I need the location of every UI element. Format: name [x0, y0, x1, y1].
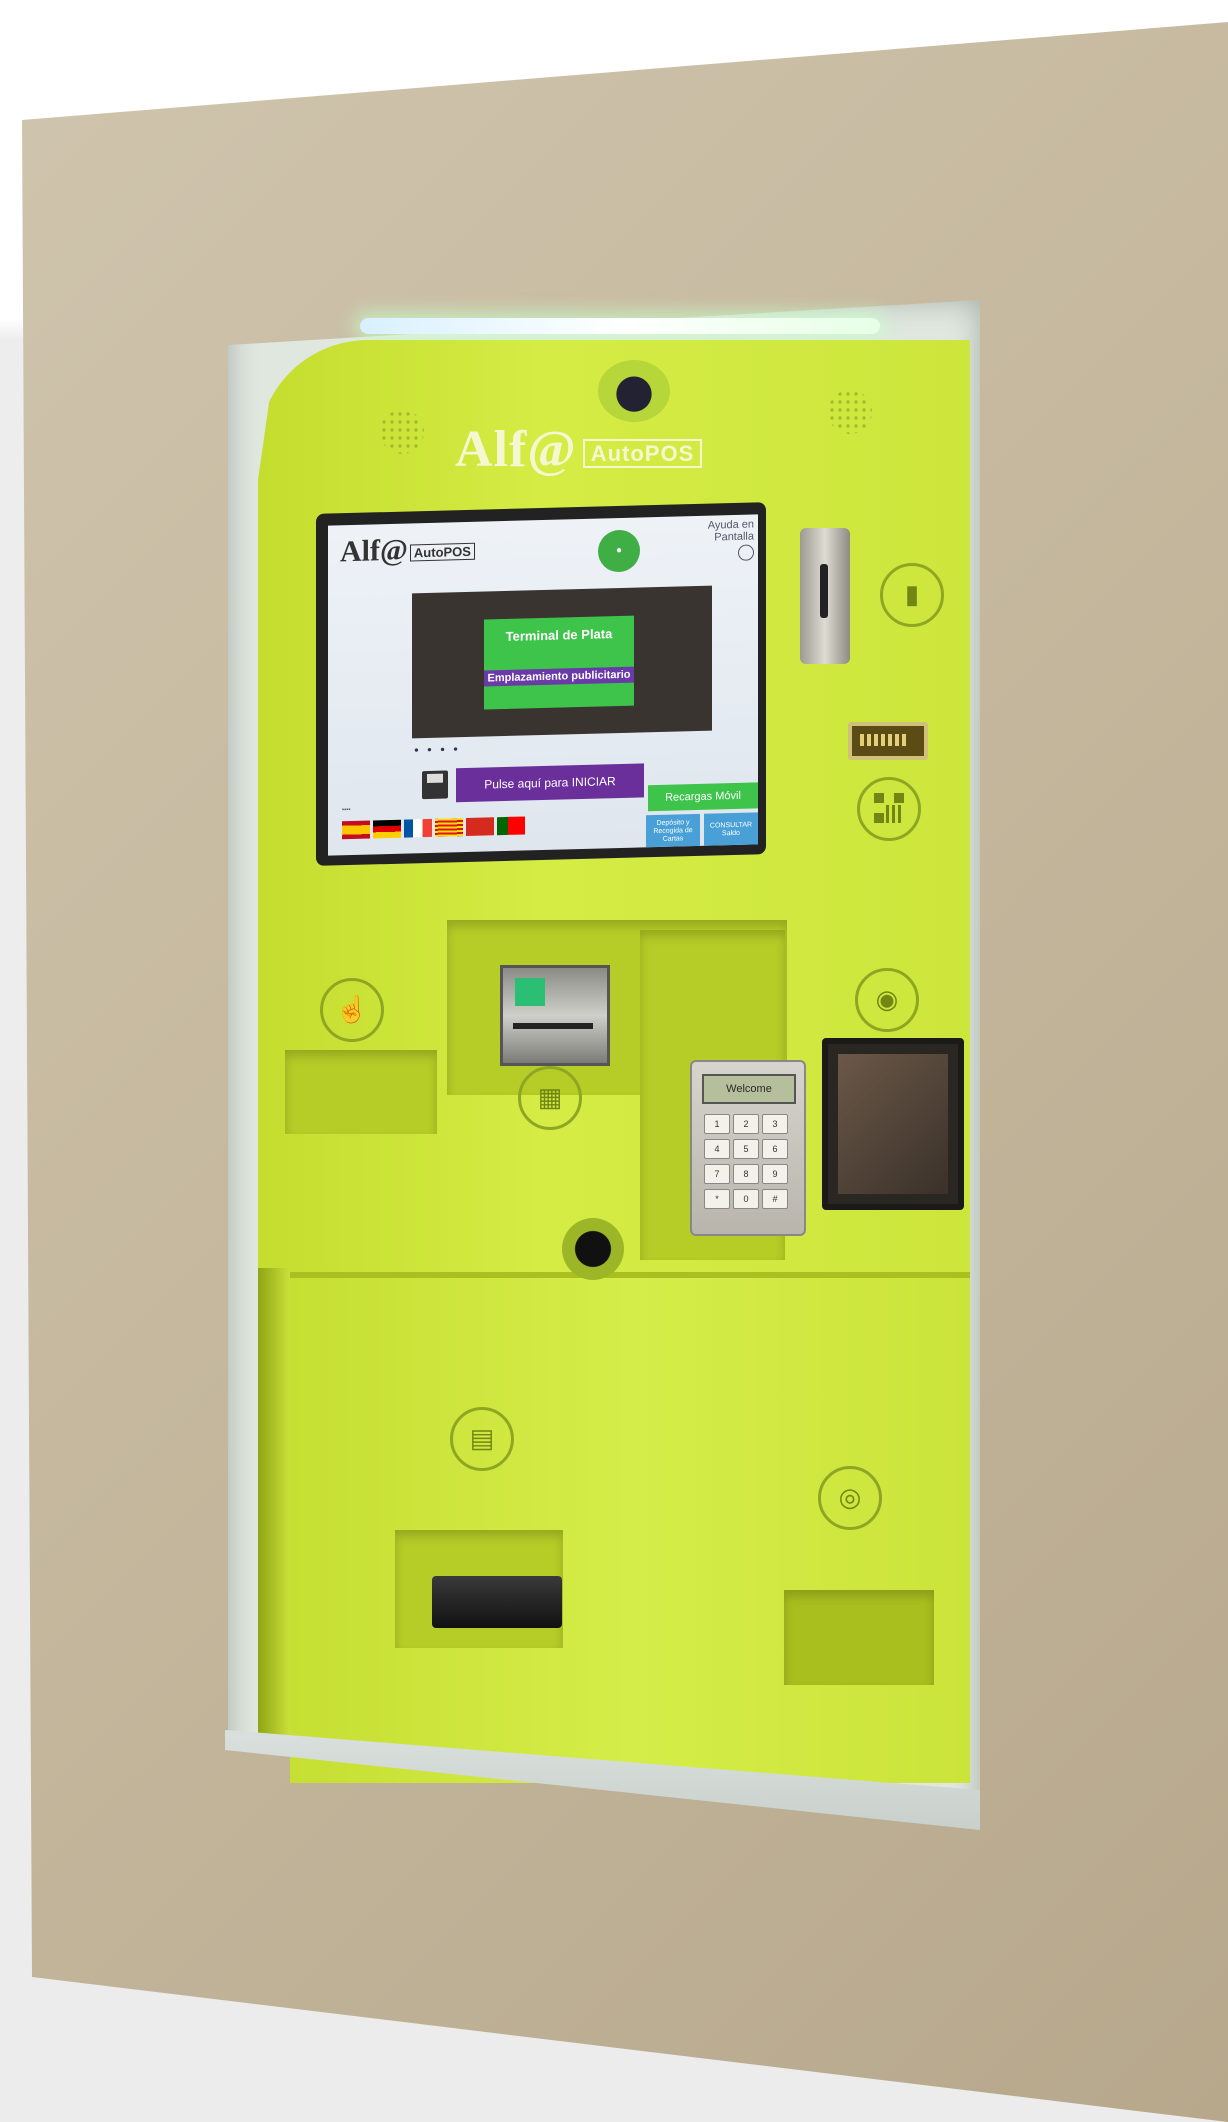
touch-screen[interactable]: Alf@ AutoPOS ● Ayuda en Pantalla Terminal…	[328, 514, 758, 856]
card-insert-icon: ▮	[880, 563, 944, 627]
balance-button[interactable]: CONSULTAR Saldo	[704, 812, 758, 846]
brand-logo: Alf@ AutoPOS	[455, 420, 775, 490]
screen-logo-main: Alf@	[340, 533, 408, 569]
basque-flag[interactable]	[466, 817, 494, 837]
language-flags	[342, 816, 525, 840]
ad-panel: Terminal de Plata Emplazamiento publicit…	[412, 585, 712, 739]
contactless-icon: ◉	[855, 968, 919, 1032]
screen-logo: Alf@ AutoPOS	[340, 532, 475, 570]
clock-icon	[738, 544, 754, 561]
portugal-flag[interactable]	[497, 816, 525, 836]
receipt-printer-slot[interactable]	[432, 1576, 562, 1628]
kiosk-side-shadow	[258, 1268, 290, 1748]
bill-acceptor[interactable]	[500, 965, 610, 1066]
pinpad-keys: 1 2 3 4 5 6 7 8 9 * 0 #	[704, 1114, 788, 1209]
coins-icon: ◎	[818, 1466, 882, 1530]
pinpad-key[interactable]: 3	[762, 1114, 788, 1134]
spain-flag[interactable]	[342, 820, 370, 840]
key-reader[interactable]	[848, 722, 928, 760]
speaker-right	[828, 390, 872, 434]
camera-icon	[598, 360, 670, 422]
france-flag[interactable]	[404, 818, 432, 838]
receipt-icon: ▤	[450, 1407, 514, 1471]
screen-logo-sub: AutoPOS	[409, 542, 475, 562]
pinpad-key[interactable]: 0	[733, 1189, 759, 1209]
signature-pad[interactable]	[822, 1038, 964, 1210]
qr-code-icon	[857, 777, 921, 841]
pinpad-key[interactable]: #	[762, 1189, 788, 1209]
bill-output-tray[interactable]	[285, 1050, 437, 1134]
pinpad-key[interactable]: 6	[762, 1139, 788, 1159]
coin-return-tray[interactable]	[784, 1590, 934, 1685]
start-button[interactable]: Pulse aquí para INICIAR	[456, 763, 644, 803]
pinpad-key[interactable]: 1	[704, 1114, 730, 1134]
brand-product: AutoPOS	[582, 439, 703, 469]
mail-button[interactable]: Depósito y Recogida de Cartas	[646, 813, 700, 848]
help-link[interactable]: Ayuda en Pantalla	[684, 518, 754, 565]
pinpad-key[interactable]: 7	[704, 1164, 730, 1184]
help-text: Ayuda en Pantalla	[707, 518, 754, 544]
pinpad-key[interactable]: 4	[704, 1139, 730, 1159]
speaker-left	[380, 410, 424, 454]
pinpad-key[interactable]: *	[704, 1189, 730, 1209]
footer-note: ▪▪▪▪	[342, 807, 351, 814]
save-icon	[422, 770, 448, 800]
hand-touch-icon: ☝	[320, 978, 384, 1042]
pinpad-key[interactable]: 2	[733, 1114, 759, 1134]
brand-name: Alf@	[455, 421, 577, 478]
pin-pad[interactable]: Welcome 1 2 3 4 5 6 7 8 9 * 0 #	[690, 1060, 806, 1236]
pinpad-key[interactable]: 9	[762, 1164, 788, 1184]
recharge-button[interactable]: Recargas Móvil	[648, 782, 758, 812]
catalonia-flag[interactable]	[435, 818, 463, 837]
ad-title: Terminal de Plata	[505, 626, 613, 644]
kiosk-lower-body	[290, 1272, 970, 1783]
ad-subtitle: Emplazamiento publicitario	[484, 666, 634, 687]
pinpad-key[interactable]: 8	[733, 1164, 759, 1184]
pinpad-display: Welcome	[702, 1074, 796, 1104]
carousel-dots[interactable]: ● ● ● ●	[414, 744, 461, 754]
lower-camera-icon	[562, 1218, 624, 1280]
top-light-bar	[360, 318, 880, 334]
germany-flag[interactable]	[373, 819, 401, 839]
card-reader-slot[interactable]	[800, 528, 850, 664]
status-badge-icon: ●	[598, 529, 640, 573]
pinpad-key[interactable]: 5	[733, 1139, 759, 1159]
ad-card: Terminal de Plata Emplazamiento publicit…	[484, 615, 634, 710]
banknote-icon: ▦	[518, 1066, 582, 1130]
